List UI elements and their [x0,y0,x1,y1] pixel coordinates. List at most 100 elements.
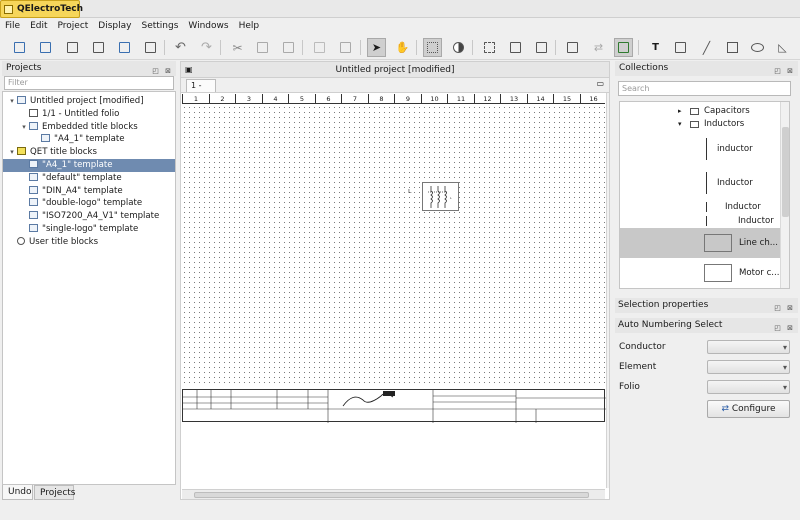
expand-arrow-icon[interactable]: ▾ [678,118,682,131]
expand-arrow-icon[interactable]: ▸ [678,105,682,118]
folio-select[interactable] [707,380,790,394]
expand-arrow-icon[interactable]: ▾ [19,121,29,134]
grid-area[interactable] [182,105,605,387]
pan-hand-icon[interactable]: ✋ [393,38,412,57]
tree-item[interactable]: "single-logo" template [3,223,175,236]
text-icon[interactable]: T [646,38,665,57]
tree-item-label: Embedded title blocks [42,121,138,132]
dock-buttons[interactable]: ◰ ⊠ [774,64,795,79]
element-select[interactable] [707,360,790,374]
expand-arrow-icon[interactable]: ▾ [7,95,17,108]
ellipse-icon[interactable] [748,38,767,57]
menu-project[interactable]: Project [53,18,94,35]
collections-search-input[interactable]: Search [618,81,791,96]
conductor-icon[interactable]: ⇄ [589,38,608,57]
projects-filter-input[interactable]: Filter [4,76,174,90]
collections-scrollbar[interactable] [780,102,789,288]
paste-icon[interactable] [279,38,298,57]
main-toolbar: ↶ ↷ ✂ ➤ ✋ ⇄ T ╱ ◺ [0,35,800,60]
zoom-fit-icon[interactable] [506,38,525,57]
redo-icon[interactable]: ↷ [197,38,216,57]
save-as-icon[interactable] [89,38,108,57]
ruler-column: 8 [367,94,395,104]
tree-item[interactable]: "DIN_A4" template [3,185,175,198]
tree-item[interactable]: "A4_1" template [3,133,175,146]
undo-icon[interactable]: ↶ [171,38,190,57]
collection-element[interactable]: inductor [620,132,780,166]
terminal-strip-icon[interactable] [563,38,582,57]
new-project-icon[interactable] [10,38,29,57]
menu-help[interactable]: Help [234,18,265,35]
collection-folder[interactable]: ▸ Capacitors [620,105,780,118]
tree-item[interactable]: ▾ Untitled project [modified] [3,95,175,108]
scroll-thumb[interactable] [194,492,589,498]
collection-label: Line ch... [739,238,779,248]
conductor-select[interactable] [707,340,790,354]
tree-item[interactable]: ▾ QET title blocks [3,146,175,159]
collection-element[interactable]: Line ch... [620,228,780,258]
diagram-canvas[interactable]: 1 2 3 4 5 6 7 8 9 10 11 12 13 14 15 16 ʟ L [180,92,610,500]
menu-display[interactable]: Display [93,18,136,35]
open-folder-icon[interactable] [115,38,134,57]
collection-element[interactable]: Motor c... [620,258,780,288]
selection-properties-title: Selection properties [618,300,709,310]
collection-folder[interactable]: ▾ Inductors [620,118,780,131]
color-toggle-icon[interactable] [449,38,468,57]
grid-icon[interactable] [423,38,442,57]
tree-item-label: "A4_1" template [42,160,113,170]
select-rect-icon[interactable] [480,38,499,57]
tab-undo[interactable]: Undo [2,485,33,500]
collections-list[interactable]: ▸ Capacitors ▾ Inductors inductor Inductor Ind… [619,101,790,289]
collection-label: Inductor [717,178,753,188]
menu-windows[interactable]: Windows [183,18,233,35]
tree-item-label: 1/1 - Untitled folio [42,108,120,119]
canvas-horizontal-scrollbar[interactable] [182,489,605,499]
collection-element[interactable]: Inductor [620,166,780,200]
tree-item[interactable]: "default" template [3,172,175,185]
add-folio-icon[interactable]: ▭ [596,79,604,88]
tree-item[interactable]: "ISO7200_A4_V1" template [3,210,175,223]
configure-button[interactable]: ⇄ Configure [707,400,790,418]
menu-edit[interactable]: Edit [25,18,52,35]
diagram-element-line-choke[interactable]: L [422,182,459,211]
delete-icon[interactable] [310,38,329,57]
dock-buttons[interactable]: ◰ ⊠ [774,301,795,316]
rotate-icon[interactable] [336,38,355,57]
toolbar-separator [472,40,473,55]
selection-properties-header: Selection properties ◰ ⊠ [615,298,798,313]
menu-file[interactable]: File [0,18,25,35]
project-icon [29,211,38,220]
rectangle-icon[interactable] [723,38,742,57]
select-pointer-icon[interactable]: ➤ [367,38,386,57]
tree-item[interactable]: ▾ Embedded title blocks [3,121,175,134]
dock-buttons[interactable]: ◰ ⊠ [774,321,795,336]
canvas-vertical-scrollbar[interactable] [606,93,609,488]
expand-arrow-icon[interactable]: ▾ [7,146,17,159]
toolbar-separator [220,40,221,55]
print-icon[interactable] [141,38,160,57]
projects-panel-title: Projects [6,63,42,73]
zoom-full-icon[interactable] [532,38,551,57]
tree-item-label: Untitled project [modified] [30,96,144,106]
tree-item[interactable]: "A4_1" template [3,159,175,172]
collection-element[interactable]: Inductor [620,214,780,228]
svg-text:L: L [450,196,452,200]
tree-item[interactable]: 1/1 - Untitled folio [3,108,175,121]
polygon-icon[interactable]: ◺ [773,38,792,57]
menu-settings[interactable]: Settings [136,18,183,35]
tab-projects[interactable]: Projects [34,485,75,500]
tree-item[interactable]: User title blocks [3,236,175,249]
image-icon[interactable] [671,38,690,57]
terminal-active-icon[interactable] [614,38,633,57]
scroll-thumb[interactable] [782,127,789,217]
tree-item[interactable]: "double-logo" template [3,197,175,210]
line-icon[interactable]: ╱ [697,38,716,57]
save-icon[interactable] [63,38,82,57]
folio-tab[interactable]: 1 - [186,79,216,92]
ruler-column: 2 [208,94,236,104]
copy-icon[interactable] [253,38,272,57]
projects-tree[interactable]: ▾ Untitled project [modified] 1/1 - Untitl… [2,91,176,485]
open-icon[interactable] [36,38,55,57]
collection-element[interactable]: Inductor [620,200,780,214]
cut-icon[interactable]: ✂ [228,38,247,57]
